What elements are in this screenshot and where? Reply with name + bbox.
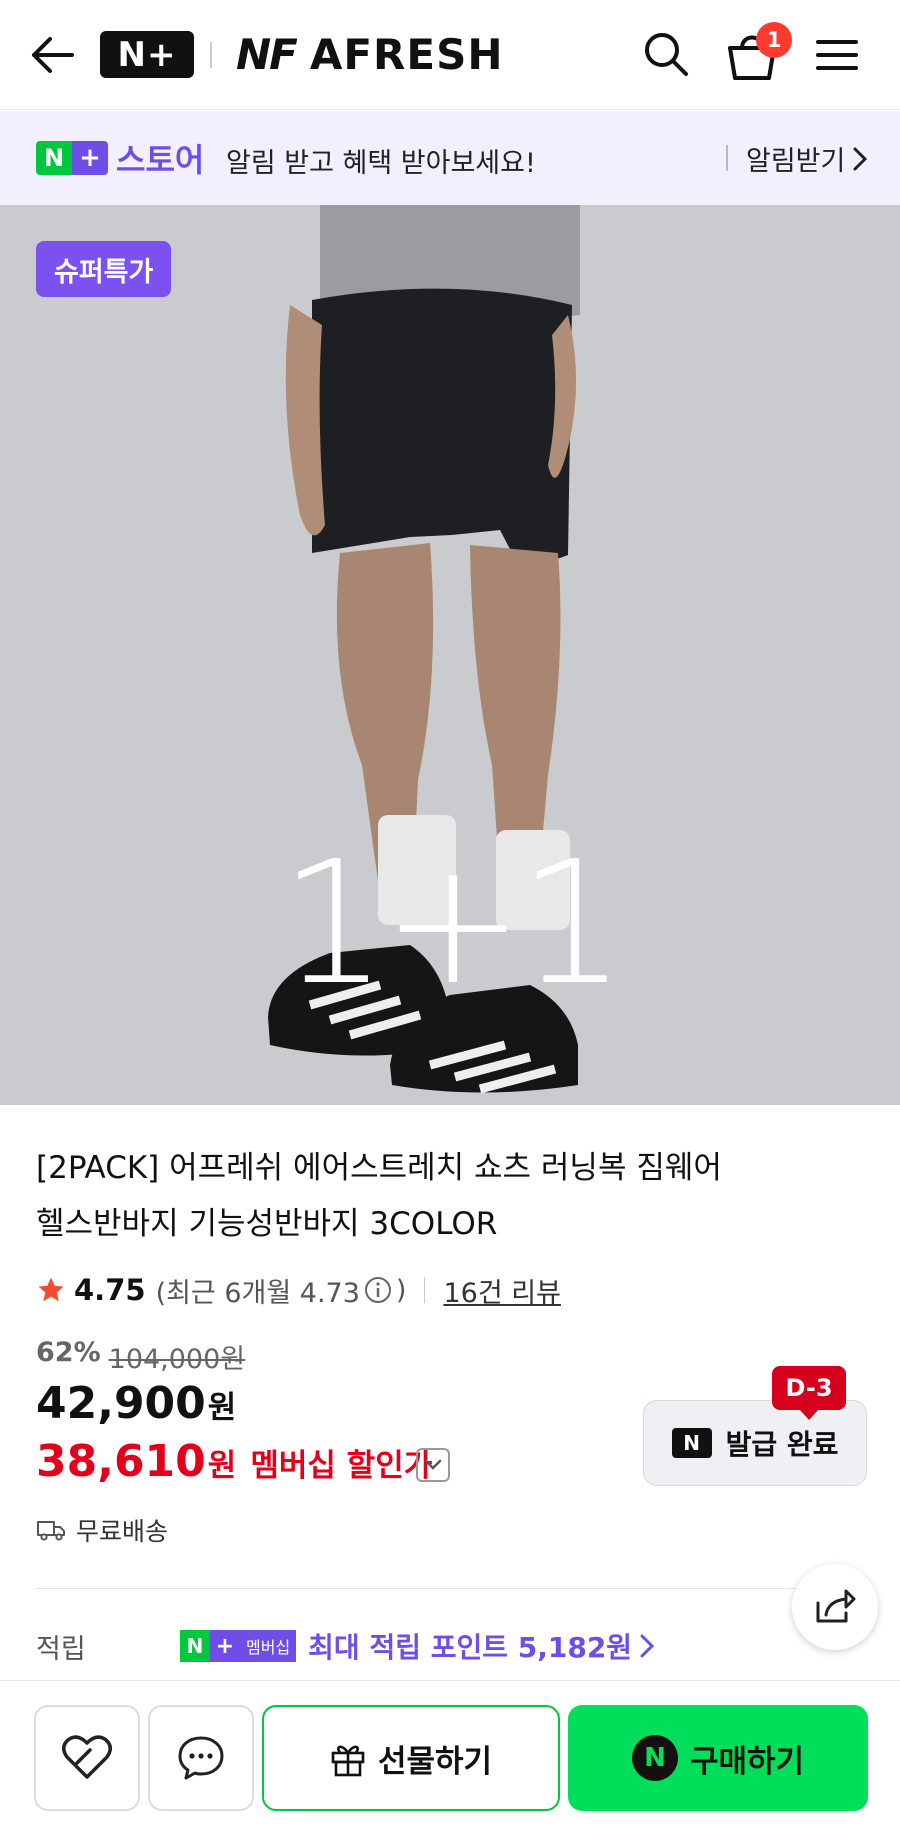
sale-price: 42,900 원 <box>36 1378 236 1429</box>
super-deal-badge: 슈퍼특가 <box>36 241 172 297</box>
store-label: 스토어 <box>116 141 205 179</box>
alert-divider <box>726 145 728 171</box>
brand-logo[interactable]: NF AFRESH <box>236 28 503 80</box>
original-price: 104,000원 <box>108 1344 246 1375</box>
gift-button[interactable]: 선물하기 <box>262 1705 560 1811</box>
plus-icon: + <box>72 141 108 175</box>
sale-price-amount: 42,900 <box>36 1378 206 1429</box>
badge-plus: + <box>210 1630 240 1662</box>
product-image[interactable]: 슈퍼특가 1+1 <box>0 205 900 1105</box>
search-icon <box>645 33 688 76</box>
top-header: N+ NF AFRESH 1 <box>0 0 900 110</box>
subscribe-alert-button[interactable]: 알림받기 <box>746 139 868 178</box>
discount-row: 62% 104,000원 <box>36 1337 245 1376</box>
coupon-deadline-badge: D-3 <box>772 1366 846 1420</box>
chevron-right-icon <box>853 147 868 170</box>
sale-price-unit: 원 <box>207 1390 237 1426</box>
product-title-line2: 헬스반바지 기능성반바지 3COLOR <box>36 1206 498 1242</box>
gift-label: 선물하기 <box>377 1743 493 1780</box>
points-label: 적립 <box>36 1633 86 1665</box>
product-title-line1: [2PACK] 어프레쉬 에어스트레치 쇼츠 러닝복 짐웨어 <box>36 1150 722 1186</box>
cart-count-badge: 1 <box>756 22 792 58</box>
points-row[interactable]: 적립 N + 멤버십 최대 적립 포인트 5,182원 <box>36 1626 876 1666</box>
buy-button[interactable]: N 구매하기 <box>568 1705 868 1811</box>
coupon-issued-button[interactable]: N 발급 완료 <box>643 1400 867 1486</box>
section-divider <box>36 1588 864 1589</box>
buy-label: 구매하기 <box>689 1743 805 1780</box>
rating-score: 4.75 <box>74 1273 146 1307</box>
delivery-truck-icon <box>37 1521 65 1541</box>
badge-membership-text: 멤버십 <box>240 1630 297 1662</box>
membership-price-amount: 38,610 <box>36 1436 206 1487</box>
info-icon[interactable] <box>364 1276 392 1304</box>
naver-plus-store-logo[interactable]: N+ <box>100 31 194 78</box>
naver-pay-n-icon: N <box>631 1735 678 1781</box>
product-title: [2PACK] 어프레쉬 에어스트레치 쇼츠 러닝복 짐웨어 헬스반바지 기능성… <box>36 1140 836 1252</box>
star-icon <box>38 1277 64 1302</box>
rating-row: 4.75 (최근 6개월 4.73 ) 16건 리뷰 <box>36 1270 561 1310</box>
coupon-issued-label: 발급 완료 <box>725 1428 839 1461</box>
recent-rating: (최근 6개월 4.73 <box>155 1277 360 1309</box>
alert-message: 알림 받고 혜택 받아보세요! <box>226 148 536 179</box>
arrow-left-icon <box>32 37 74 73</box>
membership-price-unit: 원 <box>207 1448 237 1484</box>
recent-rating-close: ) <box>395 1274 407 1306</box>
brand-name: AFRESH <box>309 29 504 79</box>
chevron-down-icon <box>424 1459 442 1470</box>
review-count-link[interactable]: 16건 리뷰 <box>443 1271 560 1310</box>
back-button[interactable] <box>28 32 78 78</box>
heart-icon <box>62 1735 112 1779</box>
promo-overlay-text: 1+1 <box>279 825 627 1023</box>
gift-icon <box>331 1745 365 1777</box>
menu-button[interactable] <box>812 32 862 78</box>
max-points-text: 최대 적립 포인트 5,182원 <box>308 1631 633 1664</box>
hamburger-menu-icon <box>816 40 858 70</box>
shipping-info: 무료배송 <box>36 1512 168 1548</box>
naver-plus-membership-badge: N + 멤버십 <box>180 1630 297 1662</box>
header-divider <box>210 42 212 68</box>
brand-mark: NF <box>236 29 298 79</box>
discount-rate: 62% <box>36 1337 101 1368</box>
naver-n-icon: N <box>36 141 72 175</box>
talk-chat-button[interactable] <box>148 1705 254 1811</box>
chat-bubble-icon <box>178 1736 224 1780</box>
shipping-label: 무료배송 <box>76 1517 169 1546</box>
notification-banner: N + 스토어 알림 받고 혜택 받아보세요! 알림받기 <box>0 111 900 205</box>
rating-separator <box>424 1277 426 1303</box>
membership-price-label: 멤버십 할인가 <box>250 1448 433 1484</box>
membership-price: 38,610 원 멤버십 할인가 <box>36 1436 432 1487</box>
subscribe-alert-label: 알림받기 <box>746 146 846 177</box>
badge-n: N <box>180 1630 210 1662</box>
wishlist-button[interactable] <box>34 1705 140 1811</box>
naver-n-icon: N <box>671 1428 712 1458</box>
bottom-action-bar: 선물하기 N 구매하기 <box>0 1680 900 1829</box>
search-button[interactable] <box>640 28 692 80</box>
share-icon <box>816 1589 856 1623</box>
membership-price-expand-button[interactable] <box>416 1448 450 1482</box>
chevron-right-icon <box>640 1634 655 1658</box>
naver-plus-store-label: N + 스토어 <box>36 139 204 179</box>
